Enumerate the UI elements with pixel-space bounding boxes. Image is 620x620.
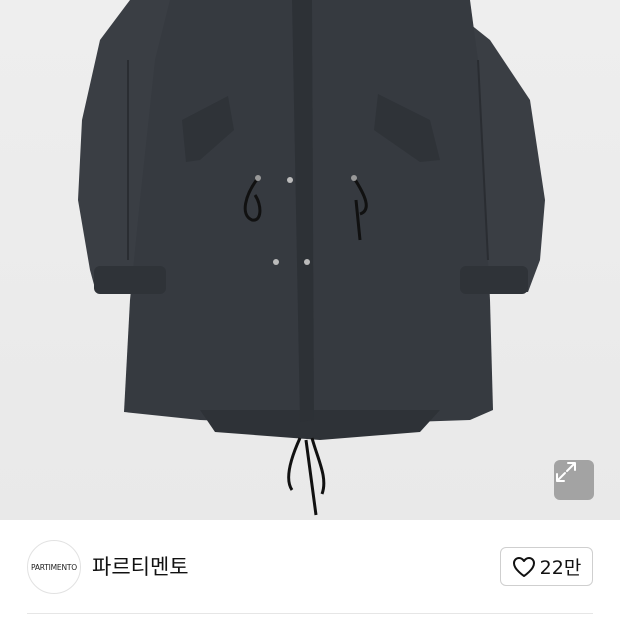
like-button[interactable]: 22만 xyxy=(500,547,593,586)
like-count: 22만 xyxy=(539,557,582,579)
heart-outline-icon xyxy=(512,556,535,577)
divider xyxy=(27,613,593,614)
expand-image-button[interactable] xyxy=(554,460,594,500)
brand-row: PARTIMENTO 파르티멘토 22만 xyxy=(0,520,620,614)
expand-arrows-icon xyxy=(556,462,576,482)
product-image[interactable] xyxy=(0,0,620,520)
brand-logo-text: PARTIMENTO xyxy=(31,562,77,572)
brand-name[interactable]: 파르티멘토 xyxy=(92,551,189,581)
coat-illustration xyxy=(78,0,545,516)
brand-logo[interactable]: PARTIMENTO xyxy=(27,540,81,594)
